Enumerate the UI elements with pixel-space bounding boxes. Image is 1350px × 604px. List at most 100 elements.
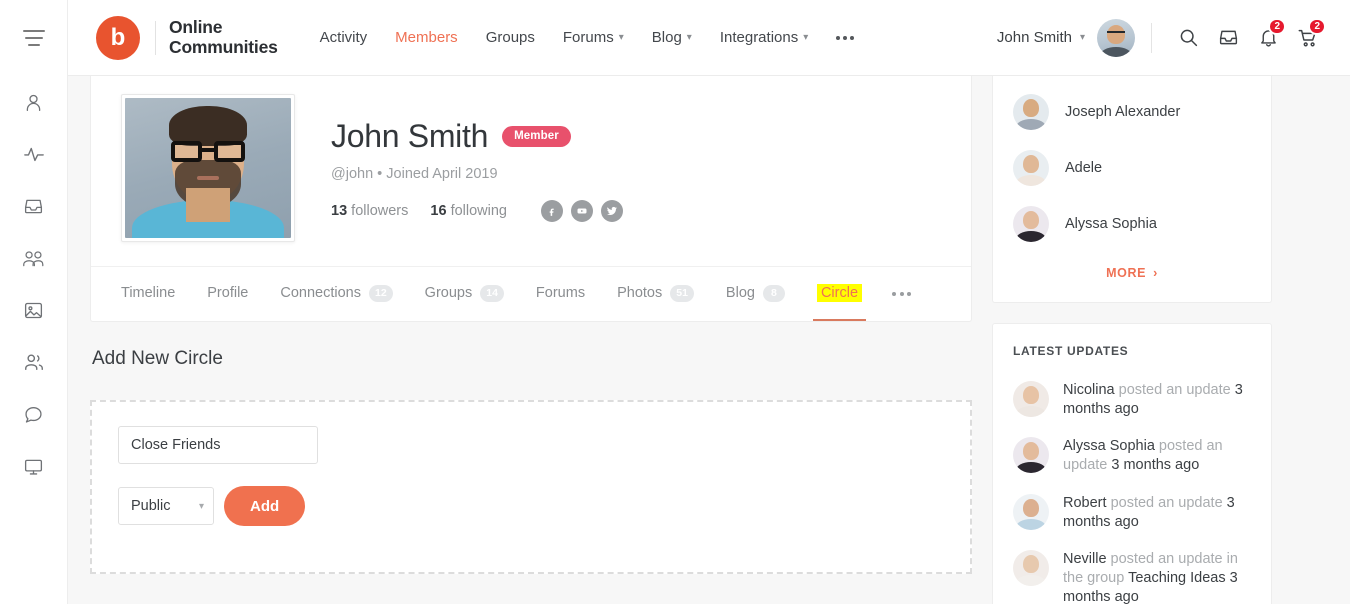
tab-circle[interactable]: Circle (811, 267, 868, 321)
avatar (1013, 493, 1049, 530)
list-item[interactable]: Alyssa Sophia posted an update 3 months … (1013, 428, 1251, 484)
ellipsis-icon[interactable] (878, 275, 925, 313)
dot (850, 35, 855, 40)
chat-bubble-icon[interactable] (0, 388, 68, 440)
list-item[interactable]: Alyssa Sophia (1013, 196, 1251, 252)
nav-item-groups[interactable]: Groups (472, 19, 549, 56)
latest-updates-heading: LATEST UPDATES (1013, 344, 1129, 358)
bell-icon[interactable]: 2 (1248, 17, 1288, 58)
more-button[interactable]: MORE › (1013, 252, 1251, 284)
update-user: Alyssa Sophia (1063, 438, 1155, 455)
search-icon[interactable] (1168, 18, 1208, 58)
inbox-icon[interactable] (1208, 18, 1248, 58)
inbox-icon[interactable] (0, 180, 68, 232)
joined-date: Joined April 2019 (386, 166, 498, 182)
tab-label: Groups (424, 285, 473, 301)
list-item[interactable]: Joseph Alexander (1013, 84, 1251, 140)
list-item[interactable]: Adele (1013, 140, 1251, 196)
photo-icon[interactable] (0, 284, 68, 336)
left-rail (0, 0, 68, 604)
tab-groups[interactable]: Groups 14 (409, 268, 520, 321)
status-badge: Member (502, 126, 571, 147)
update-text: Alyssa Sophia posted an update 3 months … (1063, 437, 1251, 475)
tab-profile[interactable]: Profile (191, 268, 264, 320)
facebook-icon[interactable] (540, 200, 563, 222)
circle-name-input[interactable] (118, 426, 318, 464)
twitter-icon[interactable] (600, 200, 623, 222)
nav-item-members[interactable]: Members (381, 19, 472, 56)
list-item[interactable]: Nicolina posted an update 3 months ago (1013, 372, 1251, 428)
add-button[interactable]: Add (224, 486, 306, 526)
update-text: Neville posted an update in the group Te… (1063, 550, 1251, 604)
brand-logo[interactable]: b Online Communities (96, 15, 278, 60)
activity-pulse-icon[interactable] (0, 128, 68, 180)
hamburger-icon[interactable] (0, 0, 68, 76)
profile-card: John Smith Member @john • Joined April 2… (90, 76, 972, 322)
tab-blog[interactable]: Blog 8 (710, 268, 801, 321)
following-stat[interactable]: 16 following (430, 203, 507, 219)
add-new-circle-title: Add New Circle (92, 348, 223, 369)
tab-count: 14 (480, 284, 504, 302)
avatar (1013, 437, 1049, 474)
profile-tabs: Timeline Profile Connections 12 Groups 1… (91, 266, 971, 321)
nav-item-activity[interactable]: Activity (306, 19, 382, 56)
avatar (1013, 94, 1049, 130)
user-menu[interactable]: John Smith ▾ (997, 29, 1089, 46)
header-actions: John Smith ▾ 2 2 (997, 17, 1328, 58)
latest-updates-card: LATEST UPDATES Nicolina posted an update… (992, 323, 1272, 604)
profile-icon[interactable] (0, 76, 68, 128)
hamburger-line (22, 30, 45, 32)
main-nav: Activity Members Groups Forums ▾ Blog ▾ … (306, 19, 869, 56)
monitor-icon[interactable] (0, 440, 68, 492)
social-links (540, 200, 623, 222)
member-name: Alyssa Sophia (1065, 216, 1157, 232)
nav-item-forums[interactable]: Forums ▾ (549, 19, 638, 56)
tab-label: Profile (207, 285, 249, 301)
members-card: Joseph Alexander Adele Alyssa Sophia MOR… (992, 76, 1272, 303)
tab-label: Photos (617, 285, 663, 301)
chevron-down-icon: ▾ (618, 32, 624, 43)
update-user: Nicolina (1063, 382, 1115, 398)
followers-stat[interactable]: 13 followers (331, 203, 408, 219)
tab-forums[interactable]: Forums (520, 268, 601, 320)
avatar[interactable] (1097, 18, 1135, 57)
nav-label: Members (395, 29, 458, 46)
dot (899, 292, 904, 296)
glasses-icon (171, 140, 245, 162)
member-name: Adele (1065, 160, 1103, 176)
side-column: Joseph Alexander Adele Alyssa Sophia MOR… (992, 76, 1272, 604)
tab-connections[interactable]: Connections 12 (264, 268, 408, 321)
nav-item-blog[interactable]: Blog ▾ (638, 19, 706, 56)
divider (1151, 22, 1152, 53)
chevron-right-icon: › (1153, 266, 1158, 280)
cart-icon[interactable]: 2 (1288, 17, 1328, 58)
nav-item-integrations[interactable]: Integrations ▾ (706, 19, 822, 56)
update-action: posted an update (1118, 382, 1231, 398)
list-item[interactable]: Neville posted an update in the group Te… (1013, 541, 1251, 604)
main-column: John Smith Member @john • Joined April 2… (90, 76, 972, 604)
tab-photos[interactable]: Photos 51 (601, 268, 710, 321)
avatar (1013, 150, 1049, 186)
following-label: following (450, 203, 507, 219)
update-time: 3 months ago (1111, 457, 1200, 474)
privacy-select[interactable]: Public Private (118, 487, 214, 525)
people-icon[interactable] (0, 336, 68, 388)
following-count: 16 (430, 203, 447, 219)
profile-subline: @john • Joined April 2019 (331, 166, 623, 182)
update-text: Nicolina posted an update 3 months ago (1063, 381, 1251, 419)
brand-name: Online Communities (169, 16, 278, 57)
profile-photo[interactable] (121, 94, 295, 242)
list-item[interactable]: Robert posted an update 3 months ago (1013, 485, 1251, 541)
add-circle-form: Public Private ▾ Add (90, 400, 972, 574)
nav-label: Integrations (719, 29, 799, 46)
ellipsis-icon[interactable] (822, 26, 868, 50)
followers-label: followers (351, 203, 409, 219)
page-title: John Smith (331, 118, 489, 154)
tab-timeline[interactable]: Timeline (105, 268, 191, 320)
separator: • (377, 166, 383, 182)
nav-label: Groups (485, 29, 535, 46)
youtube-icon[interactable] (570, 200, 593, 222)
update-text: Robert posted an update 3 months ago (1063, 494, 1251, 532)
friends-group-icon[interactable] (0, 232, 68, 284)
photo-neck (186, 188, 230, 222)
